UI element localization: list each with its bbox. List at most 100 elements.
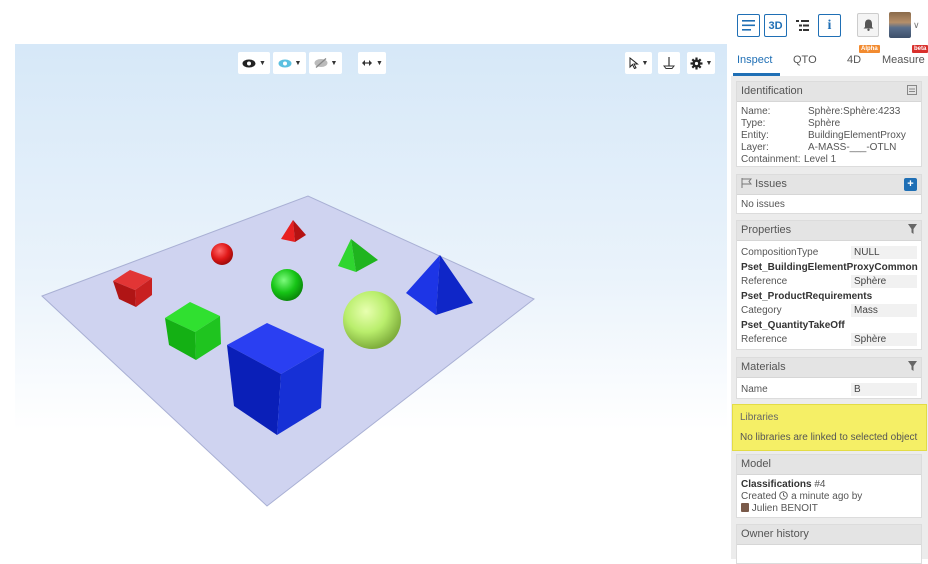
property-value: NULL <box>851 245 917 259</box>
filter-icon[interactable] <box>908 224 917 237</box>
caret-down-icon: ▼ <box>376 59 383 67</box>
gear-icon <box>690 57 703 69</box>
bell-icon <box>863 19 873 31</box>
inspector-panel: Inspect QTO 4D Alpha Measure beta Identi… <box>731 44 928 564</box>
caret-down-icon: ▼ <box>294 59 302 67</box>
export-icon[interactable] <box>907 85 917 98</box>
owner-history-title: Owner history <box>741 528 809 540</box>
user-avatar[interactable] <box>889 12 911 38</box>
owner-history-card: Owner history <box>736 524 922 564</box>
author-avatar <box>741 503 749 512</box>
author-name: Julien BENOIT <box>751 503 818 514</box>
materials-title: Materials <box>741 361 786 373</box>
tab-4d[interactable]: 4D <box>847 54 861 66</box>
caret-down-icon: ▼ <box>330 59 338 67</box>
materials-body: Name B <box>737 378 921 400</box>
issue-flag-icon <box>741 178 753 188</box>
issues-header[interactable]: Issues + <box>737 175 921 195</box>
tree-icon <box>796 20 809 31</box>
property-key: Reference <box>741 333 788 345</box>
lines-icon <box>742 20 755 31</box>
section-tool-button[interactable] <box>658 52 680 74</box>
model-card: Model Classifications #4 Created a minut… <box>736 454 922 518</box>
chevron-down-icon[interactable]: ∨ <box>913 20 920 31</box>
explode-button[interactable]: ▼ <box>358 52 386 74</box>
eye-color-icon <box>278 59 292 67</box>
clock-icon <box>779 491 789 500</box>
cursor-icon <box>629 57 639 69</box>
tree-button[interactable] <box>791 14 814 37</box>
scene-canvas[interactable] <box>15 44 727 559</box>
identification-row: Containment: Level 1 <box>741 154 917 166</box>
row-key: Entity: <box>741 130 769 141</box>
property-row: Category Mass <box>741 303 917 317</box>
issues-body: No issues <box>737 195 921 214</box>
created-time: a minute ago by <box>791 491 863 502</box>
notifications-button[interactable] <box>857 13 879 37</box>
property-row: Reference Sphère <box>741 274 917 288</box>
properties-body: CompositionType NULL Pset_BuildingElement… <box>737 241 921 350</box>
issues-title: Issues <box>755 178 787 190</box>
identification-row: Type: Sphère <box>741 118 917 130</box>
identification-header[interactable]: Identification <box>737 82 921 102</box>
caret-down-icon: ▼ <box>705 59 713 67</box>
eye-slash-icon <box>314 58 328 68</box>
property-key: Category <box>741 304 782 316</box>
issues-card: Issues + No issues <box>736 174 922 214</box>
caret-down-icon: ▼ <box>641 59 649 67</box>
visibility-button[interactable]: ▼ <box>238 52 270 74</box>
settings-button[interactable]: ▼ <box>687 52 715 74</box>
tab-inspect[interactable]: Inspect <box>737 54 772 66</box>
panel-tabs: Inspect QTO 4D Alpha Measure beta <box>731 44 928 76</box>
identification-body: Name: Sphère:Sphère:4233 Type: Sphère Enti… <box>737 102 921 170</box>
row-key: Containment: <box>741 154 801 165</box>
green-sphere <box>271 269 303 301</box>
eye-icon <box>242 59 256 67</box>
row-value: Level 1 <box>804 154 837 165</box>
xray-button[interactable]: ▼ <box>273 52 306 74</box>
model-header[interactable]: Model <box>737 455 921 475</box>
property-row: Reference Sphère <box>741 332 917 346</box>
top-bar: 3D i ∨ <box>0 0 928 44</box>
tab-measure[interactable]: Measure <box>882 54 925 66</box>
model-author-row: Julien BENOIT <box>741 503 917 515</box>
property-key: CompositionType <box>741 246 819 258</box>
created-label: Created <box>741 491 777 502</box>
view-3d-button[interactable]: 3D <box>764 14 787 37</box>
identification-row: Name: Sphère:Sphère:4233 <box>741 106 917 118</box>
tab-qto[interactable]: QTO <box>793 54 817 66</box>
property-value: B <box>851 382 917 396</box>
properties-panel-button[interactable] <box>737 14 760 37</box>
identification-row: Layer: A-MASS-___-OTLN <box>741 142 917 154</box>
no-issues-text: No issues <box>741 199 785 210</box>
identification-title: Identification <box>741 85 803 97</box>
info-button[interactable]: i <box>818 14 841 37</box>
property-key: Reference <box>741 275 788 287</box>
3d-viewer[interactable]: ▼ ▼ ▼ ▼ ▼ ▼ <box>15 44 727 559</box>
hide-button[interactable]: ▼ <box>309 52 342 74</box>
model-created-row: Created a minute ago by <box>741 491 917 503</box>
materials-header[interactable]: Materials <box>737 358 921 378</box>
properties-title: Properties <box>741 224 792 236</box>
red-sphere <box>211 243 233 265</box>
libraries-card: Libraries No libraries are linked to sel… <box>732 404 927 451</box>
pset-title: Pset_ProductRequirements <box>741 291 873 302</box>
property-key: Name <box>741 383 768 395</box>
add-issue-button[interactable]: + <box>904 178 917 191</box>
pset-title: Pset_QuantityTakeOff <box>741 320 845 331</box>
model-body: Classifications #4 Created a minute ago … <box>737 475 921 519</box>
model-name[interactable]: Classifications <box>741 479 812 490</box>
active-tab-indicator <box>733 73 780 76</box>
caret-down-icon: ▼ <box>259 59 266 67</box>
row-value: Sphère <box>808 118 841 129</box>
filter-icon[interactable] <box>908 361 917 374</box>
light-green-sphere <box>343 291 401 349</box>
identification-row: Entity: BuildingElementProxy <box>741 130 917 142</box>
identification-card: Identification Name: Sphère:Sphère:4233 T… <box>736 81 922 167</box>
owner-history-header[interactable]: Owner history <box>737 525 921 545</box>
select-tool-button[interactable]: ▼ <box>625 52 652 74</box>
row-value: BuildingElementProxy <box>808 130 906 141</box>
libraries-title[interactable]: Libraries <box>740 412 778 423</box>
properties-header[interactable]: Properties <box>737 221 921 241</box>
model-title: Model <box>741 458 771 470</box>
